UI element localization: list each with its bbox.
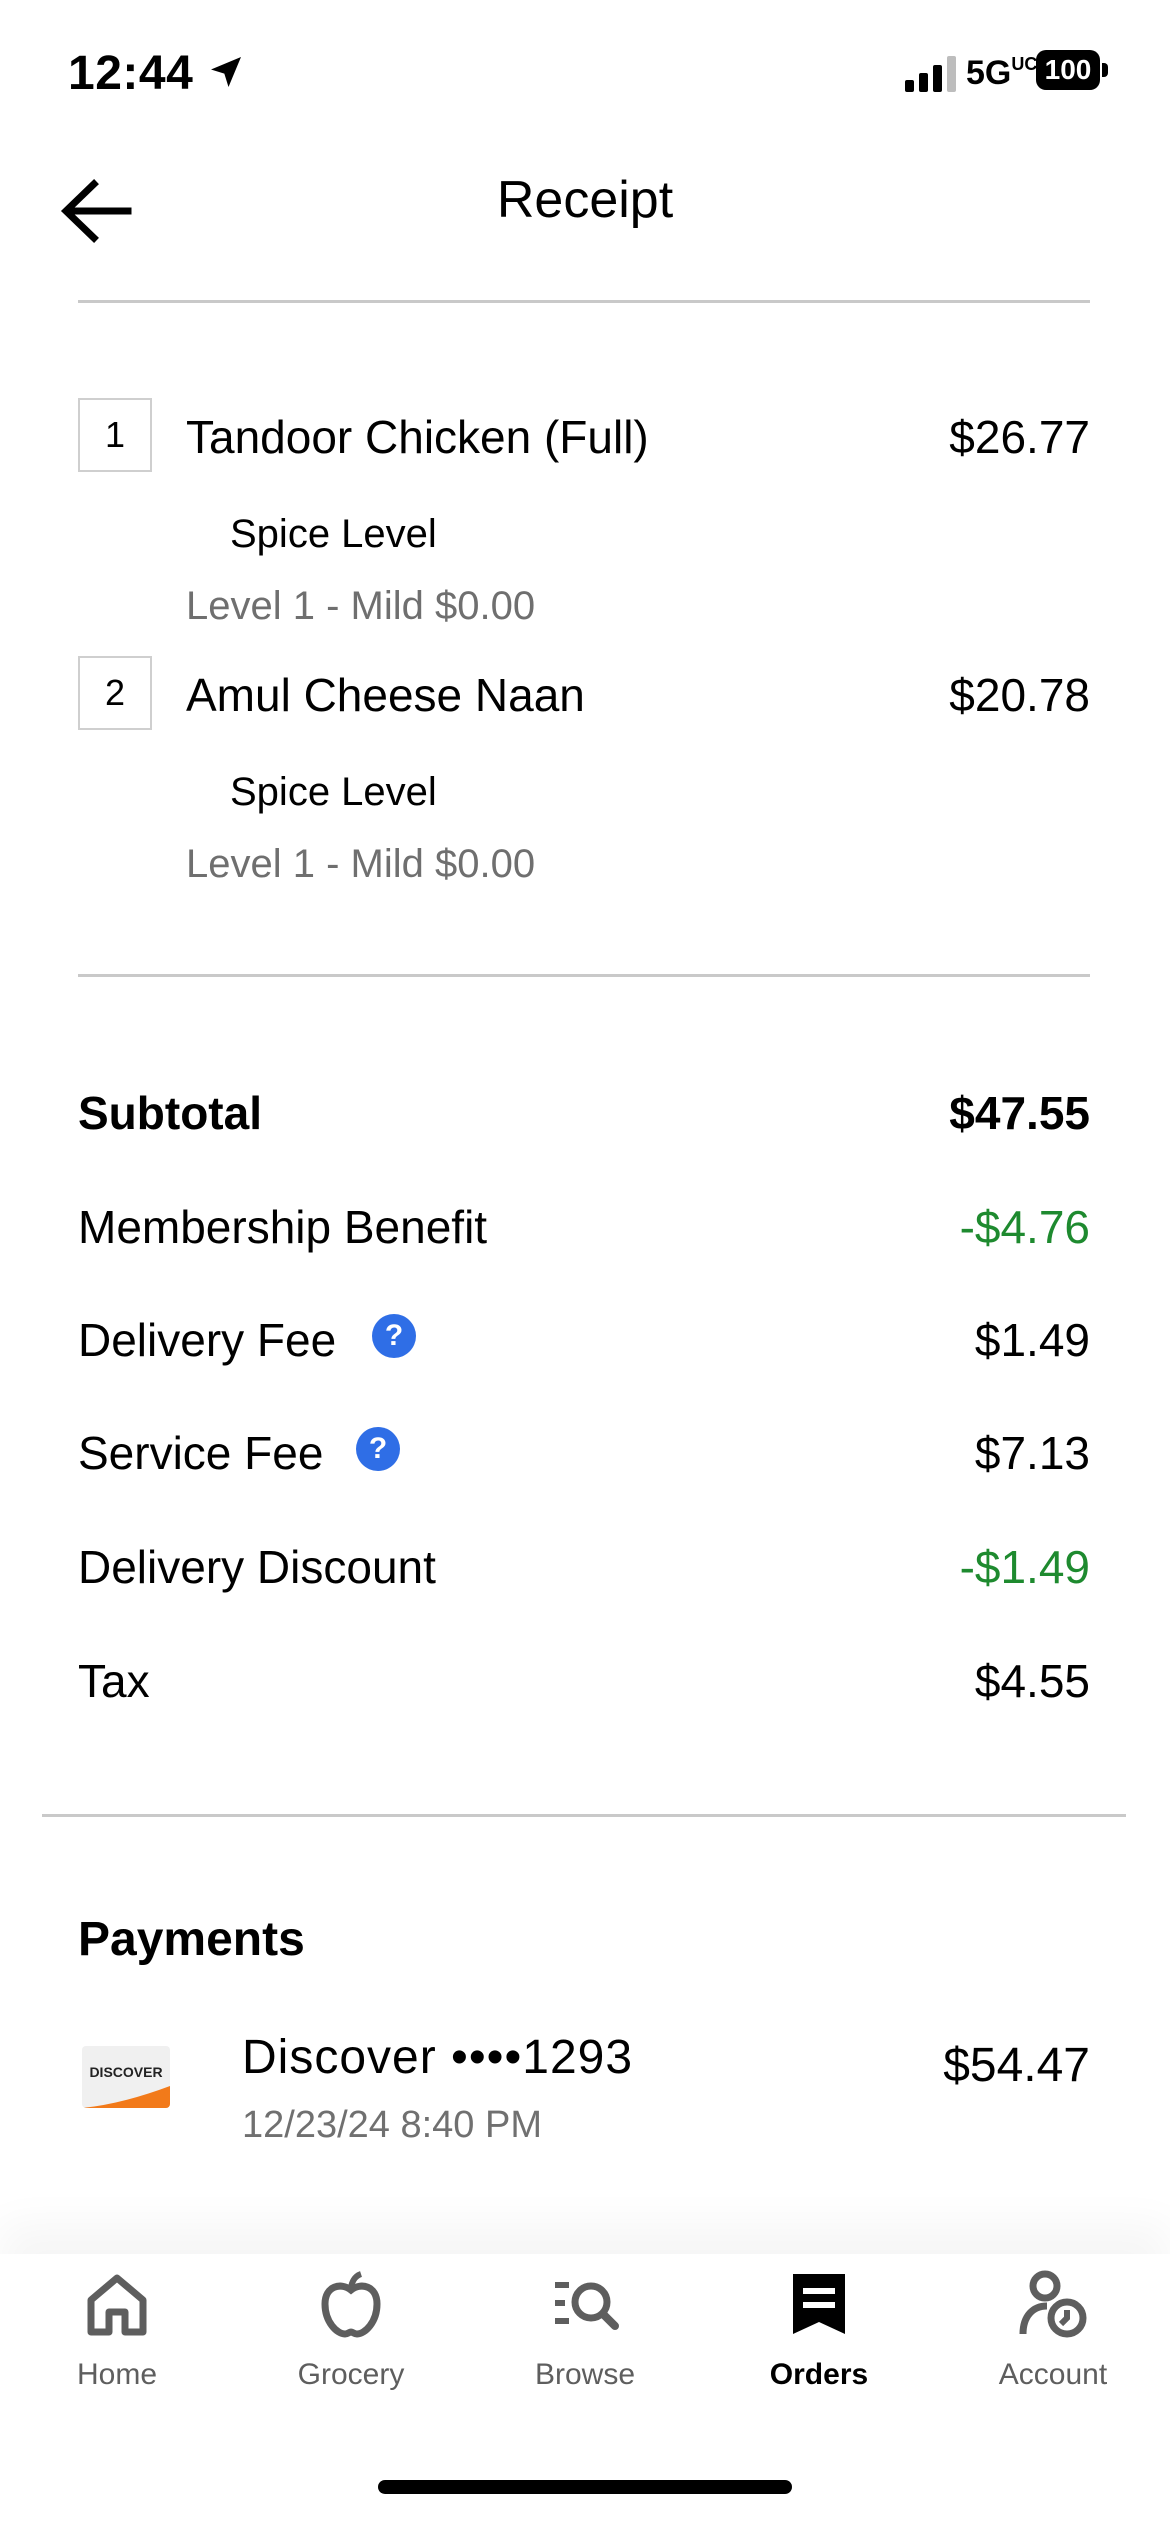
items-divider <box>78 974 1090 977</box>
network-indicator: 5GUC <box>966 54 1038 92</box>
header-divider <box>78 300 1090 303</box>
item-option-title: Spice Level <box>230 770 437 814</box>
home-icon <box>87 2274 147 2336</box>
service-fee-value: $7.13 <box>974 1427 1090 1479</box>
item-name: Tandoor Chicken (Full) <box>186 411 649 463</box>
membership-benefit-label: Membership Benefit <box>78 1201 488 1253</box>
home-indicator <box>378 2480 792 2494</box>
subtotal-value: $47.55 <box>949 1087 1090 1139</box>
nav-orders[interactable]: Orders <box>702 2268 936 2392</box>
discover-card-logo: DISCOVER <box>82 2046 170 2108</box>
tax-label: Tax <box>78 1655 150 1707</box>
delivery-fee-help-icon[interactable]: ? <box>372 1314 416 1358</box>
cellular-signal-icon <box>905 56 956 92</box>
account-icon <box>1019 2270 1087 2338</box>
apple-icon <box>321 2271 381 2338</box>
nav-label: Account <box>998 2358 1108 2391</box>
subtotal-label: Subtotal <box>78 1087 262 1139</box>
battery-icon: 100 <box>1036 50 1108 90</box>
delivery-discount-value: -$1.49 <box>959 1541 1090 1593</box>
service-fee-help-icon[interactable]: ? <box>356 1427 400 1471</box>
item-option-value: Level 1 - Mild $0.00 <box>186 842 536 886</box>
delivery-fee-label: Delivery Fee <box>78 1314 337 1366</box>
payment-date: 12/23/24 8:40 PM <box>242 2104 542 2146</box>
nav-grocery[interactable]: Grocery <box>234 2268 468 2392</box>
nav-label: Browse <box>534 2358 636 2391</box>
item-name: Amul Cheese Naan <box>186 669 585 721</box>
receipt-icon <box>793 2274 845 2334</box>
battery-level: 100 <box>1036 50 1100 90</box>
delivery-fee-value: $1.49 <box>974 1314 1090 1366</box>
nav-browse[interactable]: Browse <box>468 2268 702 2392</box>
page-title: Receipt <box>496 171 674 229</box>
membership-benefit-value: -$4.76 <box>959 1201 1090 1253</box>
nav-home[interactable]: Home <box>0 2268 234 2392</box>
item-price: $20.78 <box>949 669 1090 721</box>
item-quantity: 2 <box>78 656 152 730</box>
item-price: $26.77 <box>949 411 1090 463</box>
service-fee-label: Service Fee <box>78 1427 324 1479</box>
browse-search-icon <box>555 2282 619 2330</box>
item-option-title: Spice Level <box>230 512 437 556</box>
payments-heading: Payments <box>78 1913 305 1966</box>
delivery-discount-label: Delivery Discount <box>78 1541 436 1593</box>
nav-label: Home <box>76 2358 158 2391</box>
item-option-value: Level 1 - Mild $0.00 <box>186 584 536 628</box>
totals-divider <box>42 1814 1126 1817</box>
nav-label: Grocery <box>297 2358 405 2391</box>
payment-amount: $54.47 <box>943 2039 1090 2092</box>
location-arrow-icon <box>211 57 241 87</box>
nav-account[interactable]: Account <box>936 2268 1170 2392</box>
nav-label: Orders <box>769 2358 869 2391</box>
tax-value: $4.55 <box>974 1655 1090 1707</box>
payment-card-name: Discover ••••1293 <box>242 2031 634 2084</box>
status-time: 12:44 <box>68 47 194 100</box>
item-quantity: 1 <box>78 398 152 472</box>
